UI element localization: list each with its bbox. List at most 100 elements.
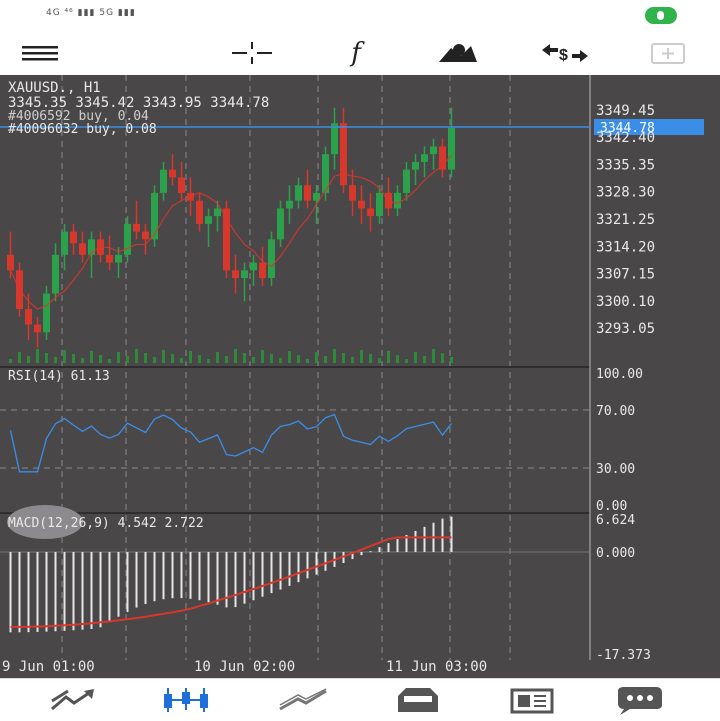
price-scale: 3349.45 3342.40 3335.35 3328.30 3321.25 3314.… (596, 103, 655, 337)
volume-bar (99, 355, 102, 363)
volume-bar (117, 352, 120, 363)
macd-histogram-bar (243, 552, 246, 604)
volume-bar (261, 350, 264, 363)
candle-body (169, 169, 176, 178)
volume-bar (189, 351, 192, 363)
macd-histogram-bar (189, 552, 192, 599)
macd-histogram-bar (198, 552, 201, 601)
candle-body (403, 169, 410, 193)
menu-icon[interactable] (20, 36, 60, 70)
rsi-level-70: 70.00 (596, 404, 635, 419)
candle-body (79, 243, 86, 255)
candle-body (304, 185, 311, 201)
volume-bar (144, 353, 147, 363)
volume-bar (45, 353, 48, 363)
macd-histogram-bar (180, 552, 183, 599)
microphone-indicator-icon (645, 7, 677, 24)
news-icon[interactable] (502, 683, 562, 717)
chart-area[interactable]: 3344.78 XAUUSD., H1 3345.35 3345.42 3343… (0, 75, 720, 678)
rsi-layer (9, 413, 453, 473)
volume-bar (405, 359, 408, 363)
candle-body (241, 270, 248, 279)
macd-histogram-bar (153, 552, 156, 602)
macd-histogram-bar (54, 552, 57, 632)
macd-histogram-bar (288, 552, 291, 586)
trade-nav-icon[interactable] (274, 683, 334, 717)
volume-bar (243, 353, 246, 363)
candle-body (106, 254, 113, 263)
history-icon[interactable] (388, 683, 448, 717)
macd-histogram-bar (63, 552, 66, 631)
candle-body (7, 254, 14, 271)
quotes-icon[interactable] (44, 683, 104, 717)
candle-body (115, 254, 122, 263)
trade-icon[interactable]: $ (540, 36, 590, 70)
macd-histogram-bar (108, 552, 111, 622)
candle-body (259, 262, 266, 279)
volume-bar (414, 352, 417, 363)
time-label-2: 10 Jun 02:00 (194, 659, 295, 675)
crosshair-icon[interactable] (230, 36, 274, 70)
messages-icon[interactable] (610, 683, 670, 717)
price-tick-label: 3293.05 (596, 321, 655, 337)
volume-bar (54, 357, 57, 363)
volume-bar (396, 355, 399, 363)
chart-svg[interactable]: 3344.78 XAUUSD., H1 3345.35 3345.42 3343… (0, 75, 720, 678)
volume-bar (225, 356, 228, 363)
candle-body (124, 223, 131, 255)
volume-bar (18, 352, 21, 363)
volume-bar (387, 351, 390, 363)
candle-body (61, 231, 68, 255)
volume-bar (297, 355, 300, 363)
macd-histogram-bar (99, 552, 102, 628)
price-tick-label: 3342.40 (596, 130, 655, 146)
macd-histogram-bar (162, 552, 165, 600)
macd-histogram-bar (207, 552, 210, 603)
price-tick-label: 3307.15 (596, 267, 655, 283)
macd-level-min: -17.373 (596, 648, 651, 663)
rsi-line (9, 413, 453, 473)
candle-body (196, 200, 203, 224)
volume-bar (288, 351, 291, 363)
candle-body (349, 185, 356, 201)
macd-histogram-bar (90, 552, 93, 629)
chart-icon[interactable] (158, 683, 218, 717)
candle-body (268, 239, 275, 279)
rsi-level-0: 0.00 (596, 499, 627, 514)
macd-histogram-bar (450, 516, 453, 552)
volume-bar (252, 357, 255, 363)
macd-histogram-bar (171, 552, 174, 599)
macd-histogram-bar (387, 543, 390, 552)
candle-body (151, 192, 158, 240)
volume-bar (333, 349, 336, 363)
macd-histogram-bar (45, 552, 48, 632)
volume-bar (441, 353, 444, 363)
macd-histogram-bar (135, 552, 138, 608)
macd-histogram-bar (225, 552, 228, 608)
volume-bar (270, 354, 273, 363)
candle-body (142, 231, 149, 240)
macd-histogram-bar (360, 552, 363, 556)
candle-body (286, 200, 293, 209)
macd-histogram-bar (396, 539, 399, 552)
new-order-icon[interactable] (648, 36, 688, 70)
candle-body (394, 192, 401, 209)
objects-icon[interactable] (436, 36, 480, 70)
volume-bar (198, 355, 201, 363)
macd-label: MACD(12,26,9) 4.542 2.722 (8, 516, 204, 531)
indicators-icon[interactable]: f (336, 36, 376, 70)
volume-bar (360, 350, 363, 363)
volume-bar (423, 356, 426, 363)
macd-histogram-bar (36, 552, 39, 632)
volume-bar (351, 357, 354, 363)
volume-bar (81, 358, 84, 363)
candle-body (385, 192, 392, 209)
macd-histogram-bar (315, 552, 318, 575)
volume-bar (36, 349, 39, 363)
chart-toolbar: f $ (0, 32, 720, 74)
volume-bar (162, 350, 165, 363)
candle-body (358, 200, 365, 209)
candle-body (133, 223, 140, 232)
volume-bar (234, 349, 237, 363)
volume-bar (135, 349, 138, 363)
